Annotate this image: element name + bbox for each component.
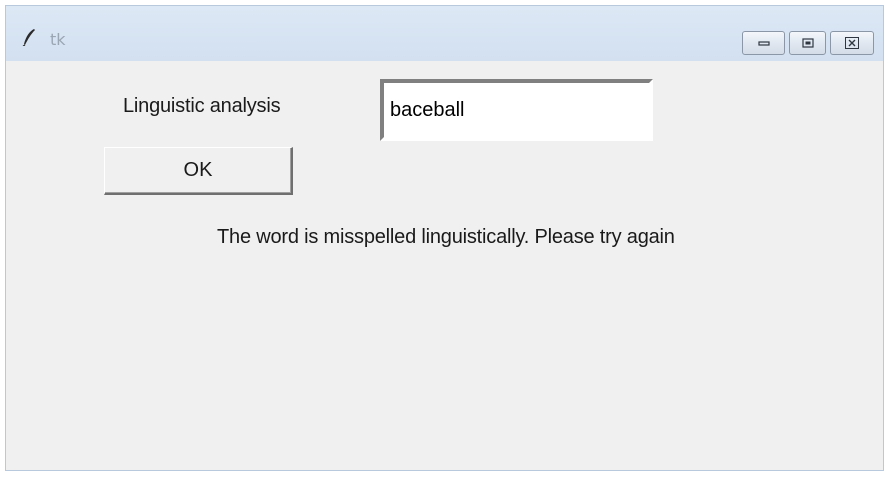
ok-button[interactable]: OK bbox=[104, 147, 293, 195]
close-button[interactable] bbox=[830, 31, 874, 55]
client-area: Linguistic analysis OK The word is missp… bbox=[6, 61, 883, 470]
maximize-button[interactable] bbox=[789, 31, 826, 55]
minimize-icon bbox=[757, 41, 770, 46]
window-title: tk bbox=[50, 30, 66, 49]
result-message: The word is misspelled linguistically. P… bbox=[217, 226, 675, 248]
close-icon bbox=[845, 37, 859, 49]
maximize-icon bbox=[801, 38, 814, 48]
word-input[interactable] bbox=[380, 79, 653, 141]
app-window: tk Linguistic analysis OK The word is mi… bbox=[5, 5, 884, 471]
title-bar[interactable]: tk bbox=[6, 6, 883, 61]
feather-icon bbox=[22, 28, 36, 47]
minimize-button[interactable] bbox=[742, 31, 785, 55]
linguistic-analysis-label: Linguistic analysis bbox=[123, 95, 281, 117]
